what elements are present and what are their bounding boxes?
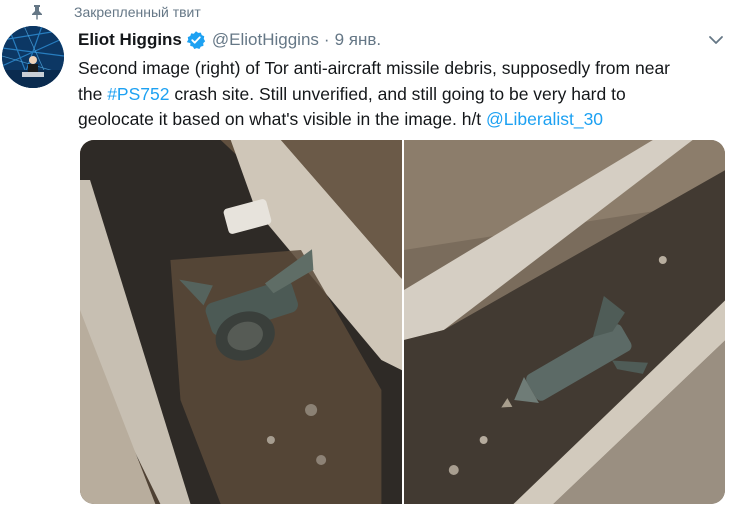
author-handle[interactable]: @EliotHiggins [212, 30, 319, 50]
tweet-text: Second image (right) of Tor anti-aircraf… [78, 56, 698, 133]
tweet-timestamp[interactable]: 9 янв. [335, 30, 382, 50]
mention-link[interactable]: @Liberalist_30 [486, 109, 603, 129]
photo-right[interactable] [403, 140, 725, 504]
avatar[interactable] [2, 26, 64, 88]
tweet-media [80, 140, 725, 504]
pinned-label: Закрепленный твит [74, 4, 201, 20]
chevron-down-icon [709, 36, 723, 44]
tweet-menu-button[interactable] [704, 30, 728, 50]
tweet-header: Eliot Higgins @EliotHiggins · 9 янв. [78, 28, 381, 52]
pin-icon [22, 3, 52, 21]
verified-badge-icon [186, 30, 206, 50]
separator-dot: · [323, 30, 330, 49]
photo-left[interactable] [80, 140, 402, 504]
author-display-name[interactable]: Eliot Higgins [78, 30, 182, 50]
pinned-tweet-indicator: Закрепленный твит [22, 2, 201, 22]
hashtag-link[interactable]: #PS752 [107, 84, 169, 104]
